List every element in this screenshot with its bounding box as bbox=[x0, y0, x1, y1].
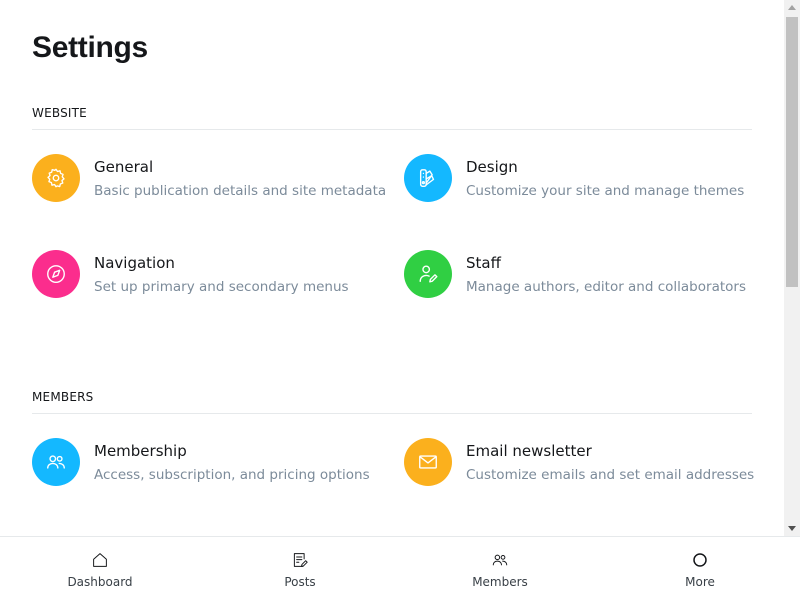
gear-icon bbox=[32, 154, 80, 202]
palette-icon bbox=[404, 154, 452, 202]
members-section: Members Membership Access, subscription, bbox=[32, 390, 755, 510]
scrollbar-thumb[interactable] bbox=[786, 17, 798, 287]
settings-item-title: Email newsletter bbox=[466, 442, 592, 460]
settings-item-navigation[interactable]: Navigation Set up primary and secondary … bbox=[32, 226, 404, 322]
settings-item-title: Navigation bbox=[94, 254, 175, 272]
scroll-down-arrow-icon[interactable] bbox=[788, 526, 796, 531]
user-edit-icon bbox=[404, 250, 452, 298]
settings-item-description: Customize emails and set email addresses bbox=[466, 467, 755, 483]
website-grid: General Basic publication details and si… bbox=[32, 130, 752, 322]
settings-item-membership[interactable]: Membership Access, subscription, and pri… bbox=[32, 414, 404, 510]
nav-label: Posts bbox=[284, 575, 316, 589]
posts-icon bbox=[293, 553, 308, 567]
members-icon bbox=[32, 438, 80, 486]
settings-item-general[interactable]: General Basic publication details and si… bbox=[32, 130, 404, 226]
settings-item-title: General bbox=[94, 158, 154, 176]
nav-label: Members bbox=[472, 575, 528, 589]
page-title: Settings bbox=[32, 31, 148, 64]
settings-content: Settings Website General Basic publicati… bbox=[0, 0, 784, 510]
section-header-website: Website bbox=[32, 106, 752, 130]
settings-item-title: Membership bbox=[94, 442, 187, 460]
nav-label: More bbox=[685, 575, 715, 589]
nav-label: Dashboard bbox=[67, 575, 133, 589]
nav-item-dashboard[interactable]: Dashboard bbox=[0, 537, 200, 600]
envelope-icon bbox=[404, 438, 452, 486]
members-icon bbox=[492, 554, 508, 566]
settings-item-staff[interactable]: Staff Manage authors, editor and collabo… bbox=[404, 226, 752, 322]
settings-item-title: Staff bbox=[466, 254, 501, 272]
circle-icon bbox=[693, 553, 707, 567]
section-header-members: Members bbox=[32, 390, 752, 414]
nav-item-more[interactable]: More bbox=[600, 537, 800, 600]
settings-item-design[interactable]: Design Customize your site and manage th… bbox=[404, 130, 752, 226]
compass-icon bbox=[32, 250, 80, 298]
settings-item-description: Manage authors, editor and collaborators bbox=[466, 279, 746, 295]
settings-item-title: Design bbox=[466, 158, 518, 176]
home-icon bbox=[93, 553, 107, 567]
nav-item-posts[interactable]: Posts bbox=[200, 537, 400, 600]
settings-item-description: Customize your site and manage themes bbox=[466, 183, 745, 199]
nav-item-members[interactable]: Members bbox=[400, 537, 600, 600]
settings-viewport: Settings Website General Basic publicati… bbox=[0, 0, 784, 536]
website-section: Website General Basic publication detail… bbox=[32, 106, 752, 322]
members-grid: Membership Access, subscription, and pri… bbox=[32, 414, 755, 510]
settings-item-description: Set up primary and secondary menus bbox=[94, 279, 349, 295]
vertical-scrollbar[interactable] bbox=[784, 0, 800, 536]
scroll-up-arrow-icon[interactable] bbox=[788, 5, 796, 10]
settings-item-description: Basic publication details and site metad… bbox=[94, 183, 387, 199]
settings-item-email-newsletter[interactable]: Email newsletter Customize emails and se… bbox=[404, 414, 755, 510]
bottom-nav: Dashboard Posts Members More bbox=[0, 536, 800, 600]
settings-item-description: Access, subscription, and pricing option… bbox=[94, 467, 370, 483]
